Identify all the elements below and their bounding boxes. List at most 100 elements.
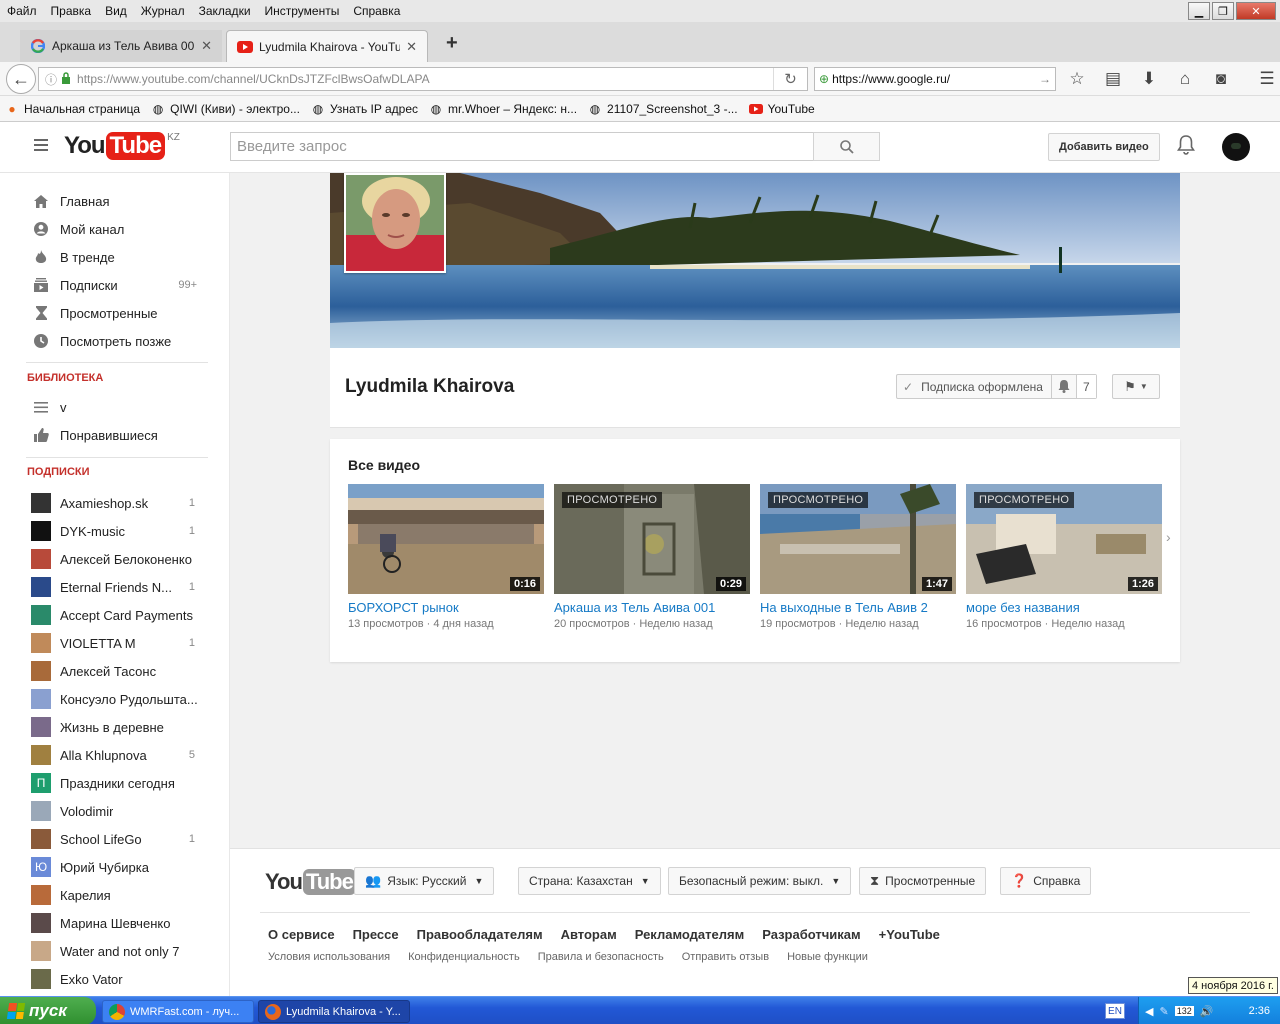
search-input[interactable]: Введите запрос xyxy=(230,132,814,161)
back-button[interactable]: ← xyxy=(6,64,36,94)
footer-link-press[interactable]: Прессе xyxy=(353,927,399,942)
menu-history[interactable]: Журнал xyxy=(134,4,192,18)
footer-link-terms[interactable]: Условия использования xyxy=(268,951,390,963)
maximize-button[interactable]: ❐ xyxy=(1212,2,1234,20)
subscriptions-heading[interactable]: ПОДПИСКИ xyxy=(27,466,90,478)
bookmark-youtube[interactable]: YouTube xyxy=(748,101,815,117)
start-button[interactable]: пуск xyxy=(0,997,96,1024)
channel-avatar[interactable] xyxy=(344,173,446,273)
language-indicator[interactable]: EN xyxy=(1105,1003,1125,1019)
sidebar-subscription-item[interactable]: Volodimir xyxy=(0,797,229,825)
footer-link-about[interactable]: О сервисе xyxy=(268,927,335,942)
notification-settings-button[interactable] xyxy=(1052,375,1077,398)
search-engine-icon[interactable]: ⊕ xyxy=(819,72,829,86)
guide-menu-icon[interactable] xyxy=(34,139,48,151)
close-window-button[interactable]: ✕ xyxy=(1236,2,1276,20)
sidebar-subscription-item[interactable]: Алексей Тасонс xyxy=(0,657,229,685)
clock[interactable]: 2:36 xyxy=(1249,1005,1270,1017)
info-icon[interactable]: ⓘ xyxy=(45,71,57,88)
footer-link-privacy[interactable]: Конфиденциальность xyxy=(408,951,520,963)
country-button[interactable]: Страна: Казахстан ▼ xyxy=(518,867,661,895)
sidebar-subscription-item[interactable]: Марина Шевченко xyxy=(0,909,229,937)
channel-name[interactable]: Lyudmila Khairova xyxy=(345,376,514,398)
sidebar-subscription-item[interactable]: VIOLETTA M 1 xyxy=(0,629,229,657)
video-title[interactable]: Аркаша из Тель Авива 001 xyxy=(554,600,750,615)
taskbar-item-chrome[interactable]: WMRFast.com - луч... xyxy=(102,1000,254,1023)
go-arrow-icon[interactable]: → xyxy=(1039,72,1051,86)
footer-link-new-features[interactable]: Новые функции xyxy=(787,951,868,963)
browser-search-field[interactable]: ⊕ https://www.google.ru/ → xyxy=(814,67,1056,91)
tray-app-icon[interactable]: ✎ xyxy=(1159,1005,1168,1018)
volume-icon[interactable]: 🔊 xyxy=(1200,1005,1214,1018)
menu-file[interactable]: Файл xyxy=(0,4,44,18)
sidebar-item-history[interactable]: Просмотренные xyxy=(0,299,229,327)
footer-link-advertise[interactable]: Рекламодателям xyxy=(635,927,744,942)
sidebar-subscription-item[interactable]: Eternal Friends N... 1 xyxy=(0,573,229,601)
bookmark-screenshot[interactable]: ◍ 21107_Screenshot_3 -... xyxy=(587,101,738,117)
video-thumbnail[interactable]: ПРОСМОТРЕНО 1:47 xyxy=(760,484,956,594)
home-icon[interactable]: ⌂ xyxy=(1174,68,1196,90)
footer-link-policy[interactable]: Правила и безопасность xyxy=(538,951,664,963)
footer-link-creators[interactable]: Авторам xyxy=(561,927,617,942)
sidebar-item-my-channel[interactable]: Мой канал xyxy=(0,215,229,243)
video-thumbnail[interactable]: ПРОСМОТРЕНО 1:26 xyxy=(966,484,1162,594)
youtube-logo[interactable]: You Tube KZ xyxy=(64,132,180,160)
tab-arkasha[interactable]: Аркаша из Тель Авива 001 - ... ✕ xyxy=(20,30,222,62)
sidebar-subscription-item[interactable]: Exko Vator xyxy=(0,965,229,993)
account-avatar[interactable] xyxy=(1222,133,1250,161)
menu-help[interactable]: Справка xyxy=(346,4,407,18)
sidebar-subscription-item[interactable]: Axamieshop.sk 1 xyxy=(0,489,229,517)
tray-badge[interactable]: 132 xyxy=(1174,1006,1194,1016)
bookmark-whoer[interactable]: ◍ mr.Whoer – Яндекс: н... xyxy=(428,101,577,117)
safe-mode-button[interactable]: Безопасный режим: выкл. ▼ xyxy=(668,867,852,895)
sidebar-subscription-item[interactable]: Консуэло Рудольшта... xyxy=(0,685,229,713)
report-flag-button[interactable]: ⚑ ▼ xyxy=(1112,374,1160,399)
bookmark-ip[interactable]: ◍ Узнать IP адрес xyxy=(310,101,418,117)
sidebar-subscription-item[interactable]: П Праздники сегодня xyxy=(0,769,229,797)
hamburger-menu-icon[interactable]: ☰ xyxy=(1256,68,1278,90)
url-bar[interactable]: ⓘ https://www.youtube.com/channel/UCknDs… xyxy=(38,67,808,91)
footer-link-developers[interactable]: Разработчикам xyxy=(762,927,860,942)
pocket-icon[interactable]: ◙ xyxy=(1210,68,1232,90)
tray-expand-icon[interactable]: ◀ xyxy=(1145,1005,1153,1018)
bookmark-qiwi[interactable]: ◍ QIWI (Киви) - электро... xyxy=(150,101,300,117)
help-button[interactable]: ❓ Справка xyxy=(1000,867,1092,895)
sidebar-subscription-item[interactable]: Ю Юрий Чубирка xyxy=(0,853,229,881)
history-button[interactable]: ⧗ Просмотренные xyxy=(859,867,987,895)
sidebar-subscription-item[interactable]: Алексей Белоконенко xyxy=(0,545,229,573)
downloads-icon[interactable]: ⬇ xyxy=(1138,68,1160,90)
sidebar-item-subscriptions[interactable]: Подписки 99+ xyxy=(0,271,229,299)
sidebar-subscription-item[interactable]: DYK-music 1 xyxy=(0,517,229,545)
sidebar-subscription-item[interactable]: Жизнь в деревне xyxy=(0,713,229,741)
footer-link-plus-youtube[interactable]: +YouTube xyxy=(879,927,940,942)
close-tab-icon[interactable]: ✕ xyxy=(201,38,212,54)
bookmark-star-icon[interactable]: ☆ xyxy=(1066,68,1088,90)
new-tab-button[interactable]: + xyxy=(446,32,458,55)
video-card[interactable]: ПРОСМОТРЕНО 0:29 Аркаша из Тель Авива 00… xyxy=(554,484,750,630)
menu-edit[interactable]: Правка xyxy=(44,4,99,18)
menu-tools[interactable]: Инструменты xyxy=(258,4,347,18)
section-title[interactable]: Все видео xyxy=(348,457,420,473)
menu-bookmarks[interactable]: Закладки xyxy=(192,4,258,18)
footer-link-feedback[interactable]: Отправить отзыв xyxy=(682,951,769,963)
bookmark-start-page[interactable]: ● Начальная страница xyxy=(4,101,140,117)
tab-youtube[interactable]: Lyudmila Khairova - YouTube ✕ xyxy=(226,30,428,62)
footer-youtube-logo[interactable]: You Tube xyxy=(265,869,356,895)
sidebar-subscription-item[interactable]: Water and not only 7 xyxy=(0,937,229,965)
sidebar-subscription-item[interactable]: Alla Khlupnova 5 xyxy=(0,741,229,769)
reload-icon[interactable]: ↻ xyxy=(773,68,807,90)
menu-view[interactable]: Вид xyxy=(98,4,134,18)
video-thumbnail[interactable]: ПРОСМОТРЕНО 0:29 xyxy=(554,484,750,594)
subscribe-button[interactable]: ✓ Подписка оформлена 7 xyxy=(896,374,1097,399)
notifications-bell-icon[interactable] xyxy=(1176,134,1196,159)
upload-button[interactable]: Добавить видео xyxy=(1048,133,1160,161)
sidebar-item-home[interactable]: Главная xyxy=(0,187,229,215)
video-title[interactable]: БОРХОРСТ рынок xyxy=(348,600,544,615)
sidebar-subscription-item[interactable]: School LifeGo 1 xyxy=(0,825,229,853)
video-card[interactable]: 0:16 БОРХОРСТ рынок 13 просмотров · 4 дн… xyxy=(348,484,544,630)
sidebar-item-playlist-v[interactable]: v xyxy=(0,393,229,421)
subscribed-label-area[interactable]: ✓ Подписка оформлена xyxy=(897,375,1052,398)
sidebar-item-liked[interactable]: Понравившиеся xyxy=(0,421,229,449)
language-button[interactable]: 👥 Язык: Русский ▼ xyxy=(354,867,495,895)
sidebar-subscription-item[interactable]: Карелия xyxy=(0,881,229,909)
